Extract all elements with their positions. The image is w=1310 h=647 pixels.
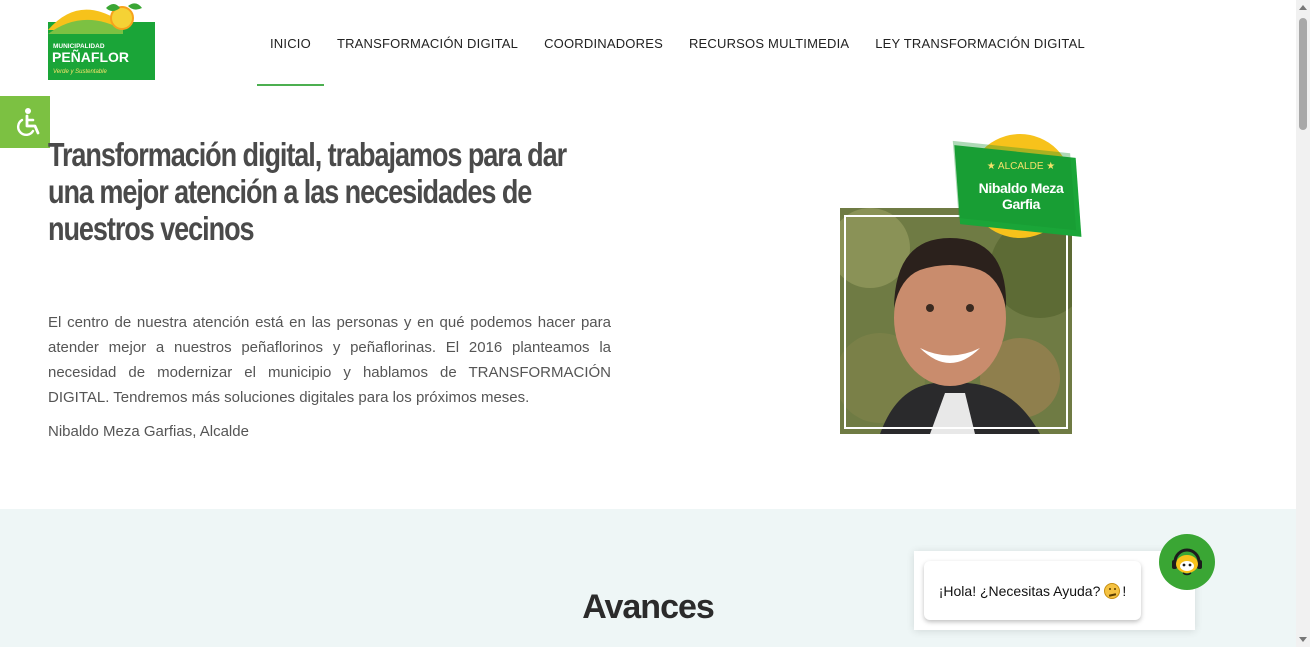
wheelchair-icon [17,108,40,136]
nav-coordinadores-label: COORDINADORES [544,35,663,51]
scroll-down-arrow-icon[interactable] [1299,637,1307,642]
municipality-logo[interactable]: MUNICIPALIDAD PEÑAFLOR Verde y Sustentab… [48,0,155,80]
chat-launcher-button[interactable] [1159,534,1215,590]
scrollbar-thumb[interactable] [1299,18,1307,130]
hero-title-line-1: Transformación digital, trabajamos para … [48,136,567,173]
logo-line2: PEÑAFLOR [52,48,129,65]
chat-greeting-text: ¡Hola! ¿Necesitas Ayuda? [938,582,1101,599]
thinking-face-icon [1104,582,1121,599]
main-nav: INICIO TRANSFORMACIÓN DIGITAL COORDINADO… [257,0,1098,86]
hero-signature: Nibaldo Meza Garfias, Alcalde [48,423,249,440]
chat-greeting-bubble[interactable]: ¡Hola! ¿Necesitas Ayuda? ! [924,561,1141,620]
badge-name: Nibaldo Meza Garfia [978,180,1064,212]
page-scrollbar[interactable] [1296,0,1310,647]
nav-recursos-multimedia[interactable]: RECURSOS MULTIMEDIA [676,0,862,86]
logo-tagline: Verde y Sustentable [53,69,107,75]
nav-transformacion-digital[interactable]: TRANSFORMACIÓN DIGITAL [324,0,531,86]
nav-recursos-multimedia-label: RECURSOS MULTIMEDIA [688,35,850,51]
nav-inicio-label: INICIO [270,35,311,51]
badge-title: ★ ALCALDE ★ [986,161,1056,172]
nav-ley-transformacion-digital-label: LEY TRANSFORMACIÓN DIGITAL [875,35,1085,51]
hero-title-line-3: nuestros vecinos [48,210,255,247]
chat-greeting-suffix: ! [1122,582,1127,599]
accessibility-button[interactable] [0,96,50,148]
hero-title: Transformación digital, trabajamos para … [48,136,567,247]
scroll-up-arrow-icon[interactable] [1299,5,1307,10]
site-header: MUNICIPALIDAD PEÑAFLOR Verde y Sustentab… [0,0,1296,86]
hero-title-line-2: una mejor atención a las necesidades de [48,173,532,210]
nav-inicio[interactable]: INICIO [257,0,324,86]
nav-ley-transformacion-digital[interactable]: LEY TRANSFORMACIÓN DIGITAL [862,0,1098,86]
nav-coordinadores[interactable]: COORDINADORES [531,0,676,86]
hero-paragraph: El centro de nuestra atención está en la… [48,314,611,406]
nav-transformacion-digital-label: TRANSFORMACIÓN DIGITAL [336,35,519,51]
chatbot-headset-icon [1172,548,1202,576]
